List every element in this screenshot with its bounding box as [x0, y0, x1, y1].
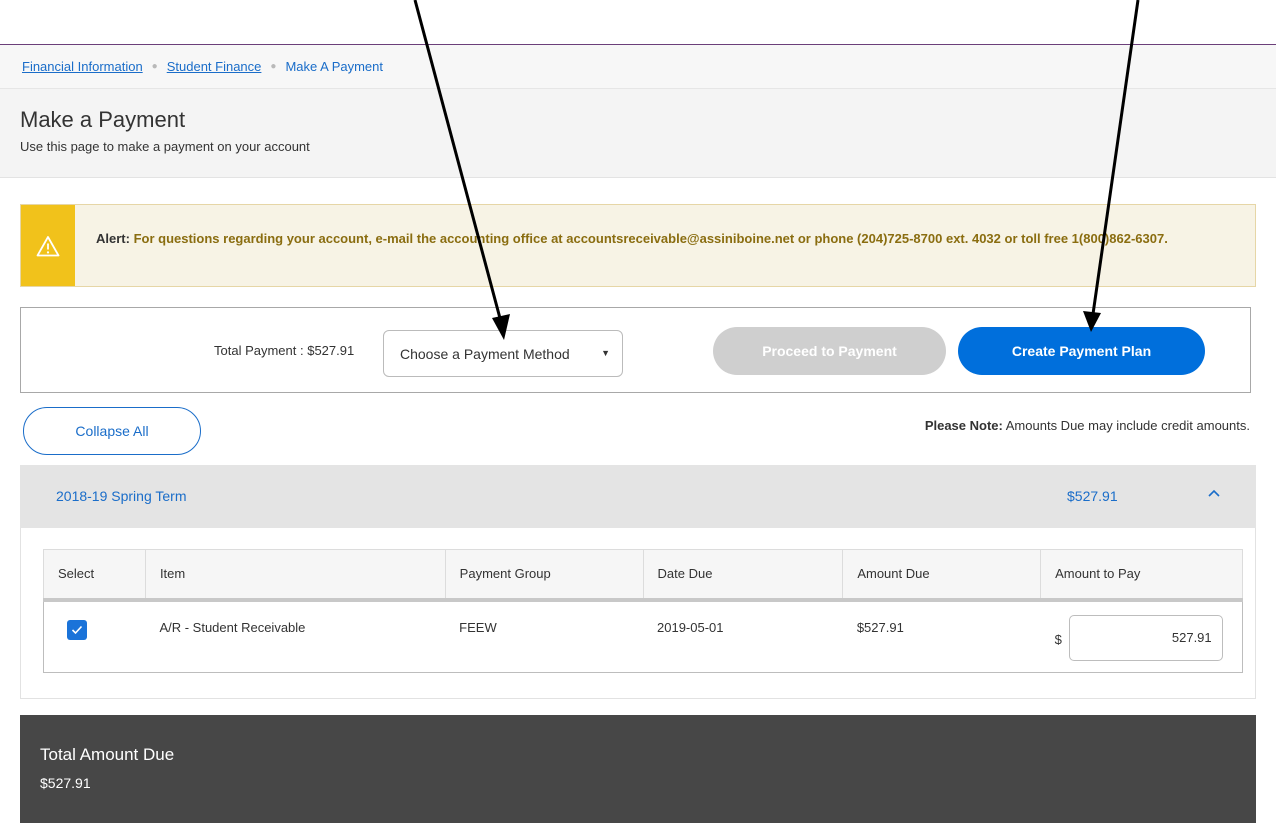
- checkmark-icon: [71, 625, 83, 634]
- chevron-down-icon: ▼: [601, 348, 610, 358]
- chevron-up-icon[interactable]: [1206, 485, 1222, 501]
- breadcrumb-separator: ●: [151, 61, 158, 72]
- collapse-all-button[interactable]: Collapse All: [23, 407, 201, 455]
- select-cell: [44, 600, 146, 673]
- amount-note: Please Note: Amounts Due may include cre…: [925, 418, 1250, 433]
- amount-to-pay-input[interactable]: 527.91: [1068, 614, 1223, 661]
- note-label: Please Note:: [924, 418, 1003, 433]
- page-header: Make a Payment Use this page to make a p…: [0, 88, 1276, 178]
- breadcrumb-financial-information[interactable]: Financial Information: [22, 59, 143, 74]
- breadcrumb-separator: ●: [270, 61, 277, 72]
- alert-label: Alert:: [96, 231, 130, 246]
- term-amount: $527.91: [1067, 488, 1118, 504]
- alert-icon-box: [21, 205, 75, 286]
- column-header-amount-due: Amount Due: [842, 549, 1042, 602]
- column-header-item: Item: [144, 549, 446, 602]
- table-header-row: Select Item Payment Group Date Due Amoun…: [43, 549, 1243, 602]
- amount-to-pay-cell: $ 527.91: [1041, 600, 1243, 673]
- currency-symbol: $: [1054, 631, 1062, 647]
- column-header-select: Select: [43, 549, 146, 602]
- warning-icon: [36, 235, 60, 256]
- note-text: Amounts Due may include credit amounts.: [1005, 418, 1250, 433]
- breadcrumb-student-finance[interactable]: Student Finance: [167, 59, 262, 74]
- row-select-checkbox[interactable]: [67, 619, 87, 640]
- total-payment-label: Total Payment : $527.91: [214, 343, 355, 358]
- payment-method-value: Choose a Payment Method: [400, 345, 570, 362]
- total-amount-due-label: Total Amount Due: [40, 745, 175, 764]
- alert-text: For questions regarding your account, e-…: [133, 231, 1168, 246]
- item-cell: A/R - Student Receivable: [159, 619, 306, 635]
- term-header[interactable]: 2018-19 Spring Term $527.91: [20, 465, 1256, 528]
- create-payment-plan-button[interactable]: Create Payment Plan: [958, 327, 1205, 375]
- total-amount-due-panel: Total Amount Due $527.91: [20, 715, 1256, 823]
- date-due-cell: 2019-05-01: [657, 619, 724, 635]
- payment-group-cell: FEEW: [459, 619, 497, 635]
- column-header-amount-to-pay: Amount to Pay: [1040, 549, 1243, 602]
- alert-message: Alert: For questions regarding your acco…: [96, 229, 1236, 248]
- total-amount-due-value: $527.91: [40, 775, 91, 791]
- column-header-payment-group: Payment Group: [444, 549, 644, 602]
- page-subtitle: Use this page to make a payment on your …: [20, 139, 310, 154]
- alert-banner: Alert: For questions regarding your acco…: [20, 204, 1256, 287]
- payment-items-table: Select Item Payment Group Date Due Amoun…: [43, 549, 1243, 673]
- amount-due-cell: $527.91: [856, 619, 904, 635]
- column-header-date-due: Date Due: [642, 549, 844, 602]
- payment-method-select[interactable]: Choose a Payment Method ▼: [383, 330, 623, 377]
- term-title: 2018-19 Spring Term: [56, 488, 187, 504]
- term-body: Select Item Payment Group Date Due Amoun…: [20, 528, 1256, 699]
- top-whitespace: [0, 0, 1276, 44]
- breadcrumb-current: Make A Payment: [285, 59, 384, 74]
- page-title: Make a Payment: [20, 107, 186, 132]
- breadcrumb: Financial Information ● Student Finance …: [0, 45, 1276, 88]
- payment-bar: Total Payment : $527.91 Choose a Payment…: [20, 307, 1251, 393]
- table-row: A/R - Student Receivable FEEW 2019-05-01…: [43, 599, 1243, 673]
- proceed-to-payment-button[interactable]: Proceed to Payment: [713, 327, 946, 375]
